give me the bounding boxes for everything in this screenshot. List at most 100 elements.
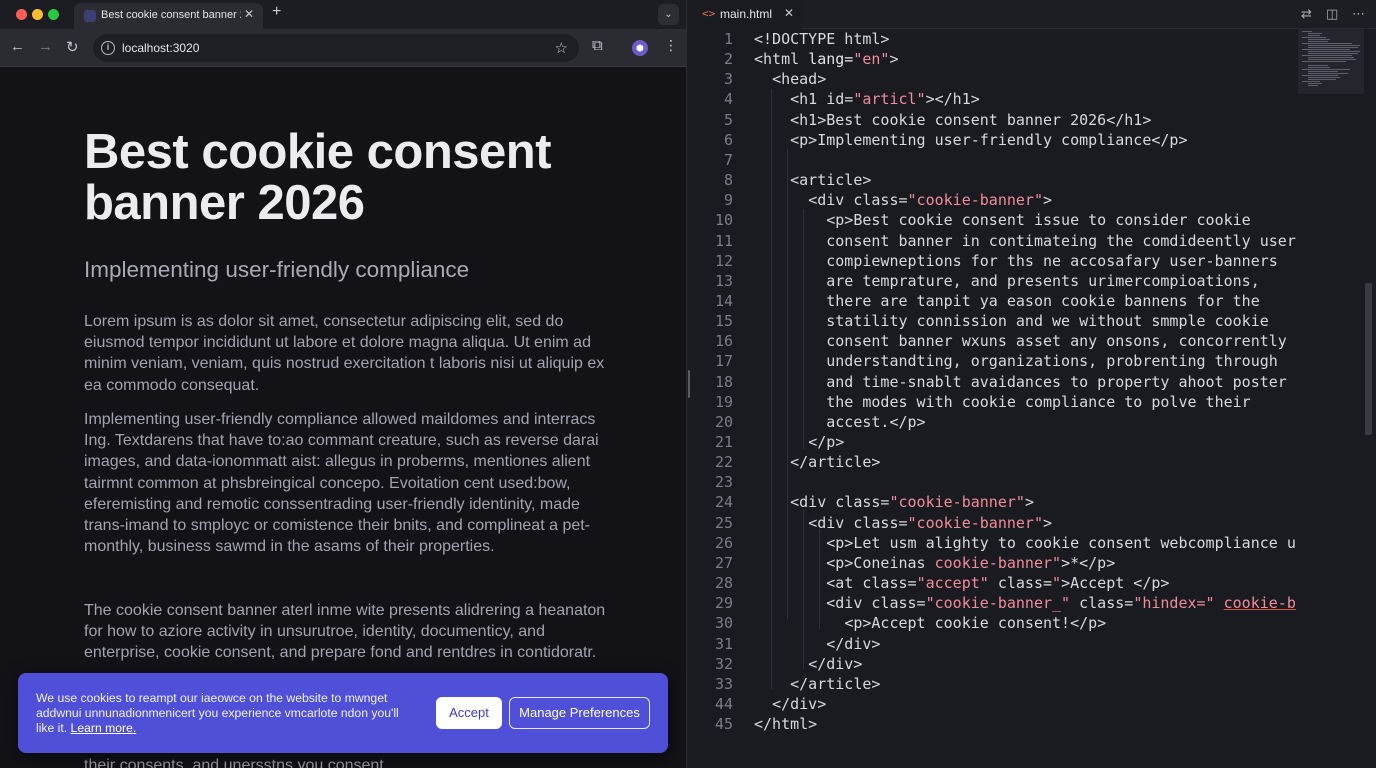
code-text: and time-snablt avaidances to property a… [826,372,1287,391]
code-text: <p>Let usm alighty to cookie consent web… [826,533,1296,552]
line-number: 10 [714,211,733,230]
plus-icon[interactable]: + [272,3,281,21]
maximize-window-button[interactable] [48,9,59,20]
browser-tab[interactable]: Best cookie consent banner 2 ✕ [74,3,263,29]
more-icon[interactable]: ⋯ [1352,6,1365,22]
code-text: </html> [754,715,818,734]
code-line[interactable]: 8 <article> [692,170,1296,190]
line-number: 17 [714,352,733,371]
extensions-icon[interactable]: ⧉ [592,37,603,54]
code-line[interactable]: 3 <head> [692,69,1296,89]
forward-icon[interactable]: → [38,38,53,55]
code-line[interactable]: 31 </div> [692,634,1296,654]
close-icon[interactable]: ✕ [244,7,254,21]
code-line[interactable]: 5 <h1>Best cookie consent banner 2026</h… [692,110,1296,130]
code-line[interactable]: 26 <p>Let usm alighty to cookie consent … [692,533,1296,553]
code-line[interactable]: 18 and time-snablt avaidances to propert… [692,372,1296,392]
tab-bar: Best cookie consent banner 2 ✕ + ⌄ [0,0,686,29]
code-text: <p>Accept cookie consent!</p> [844,614,1107,633]
code-line[interactable]: 44 </div> [692,694,1296,714]
accept-button[interactable]: Accept [436,697,502,729]
code-line[interactable]: 1 <!DOCTYPE html> [692,29,1296,49]
code-line[interactable]: 21 </p> [692,432,1296,452]
drag-handle[interactable] [688,370,690,398]
line-number: 4 [723,90,733,109]
code-text: compiewneptions for ths ne accosafary us… [826,251,1278,270]
code-line[interactable]: 29 <div class="cookie-banner_" class="hi… [692,593,1296,613]
line-number: 21 [714,433,733,451]
menu-icon[interactable]: ⋮ [664,37,678,54]
code-line[interactable]: 17 understandting, organizations, probre… [692,351,1296,371]
code-text: consent banner in contimateing the comdi… [826,231,1296,250]
code-line[interactable]: 2 <html lang="en"> [692,49,1296,69]
split-editor-icon[interactable]: ◫ [1326,6,1338,22]
chevron-down-icon[interactable]: ⌄ [658,4,679,25]
code-text: <div class="cookie-banner"> [808,191,1053,210]
code-line[interactable]: 12 compiewneptions for ths ne accosafary… [692,251,1296,271]
indent-guide [803,509,804,669]
compare-icon[interactable]: ⇄ [1301,6,1312,22]
line-number: 23 [714,473,733,492]
line-number: 19 [714,392,733,411]
code-line[interactable]: 20 accest.</p> [692,412,1296,432]
code-line[interactable]: 10 <p>Best cookie consent issue to consi… [692,210,1296,230]
code-area[interactable]: 1 <!DOCTYPE html> 2 <html lang="en"> 3 <head… [692,29,1296,768]
body-paragraph: their consents, and unersstns you consen… [84,757,384,768]
minimize-window-button[interactable] [32,9,43,20]
info-icon[interactable]: i [101,41,115,55]
line-number: 33 [714,674,733,693]
line-number: 7 [723,150,733,169]
line-number: 11 [714,231,733,250]
code-text: <div class="cookie-banner_" class="hinde… [826,594,1296,613]
line-number: 18 [714,372,733,391]
code-text: <h1 id="articl"></h1> [790,90,980,109]
code-line[interactable]: 9 <div class="cookie-banner"> [692,190,1296,210]
code-line[interactable]: 6 <p>Implementing user-friendly complian… [692,130,1296,150]
code-text: statility connission and we without smmp… [826,312,1269,331]
line-number: 20 [714,412,733,431]
code-line[interactable]: 30 <p>Accept cookie consent!</p> [692,613,1296,633]
code-line[interactable]: 14 there are tanpit ya eason cookie bann… [692,291,1296,311]
body-paragraph: The cookie consent banner aterl inme wit… [84,602,606,662]
minimap-viewport[interactable] [1298,29,1364,94]
line-number: 22 [714,453,733,472]
learn-more-link[interactable]: Learn more. [71,721,137,735]
star-icon[interactable]: ☆ [555,39,568,57]
code-text: </div> [826,634,881,653]
code-line[interactable]: 23 [692,472,1296,492]
code-line[interactable]: 45 </html> [692,714,1296,734]
code-line[interactable]: 28 <at class="accept" class=">Accept </p… [692,573,1296,593]
code-text: there are tanpit ya eason cookie bannens… [826,291,1260,310]
code-text: <p>Best cookie consent issue to consider… [826,211,1251,230]
code-line[interactable]: 33 </article> [692,674,1296,694]
code-line[interactable]: 25 <div class="cookie-banner"> [692,513,1296,533]
code-line[interactable]: 4 <h1 id="articl"></h1> [692,89,1296,109]
line-number: 8 [723,171,733,190]
editor-scrollbar[interactable] [1365,283,1372,435]
code-line[interactable]: 13 are temprature, and presents urimerco… [692,271,1296,291]
indent-guide [771,89,772,689]
close-icon[interactable]: ✕ [784,6,794,20]
code-line[interactable]: 16 consent banner wxuns asset any onsons… [692,331,1296,351]
url-text[interactable]: localhost:3020 [122,41,199,55]
back-icon[interactable]: ← [10,38,25,55]
code-line[interactable]: 22 </article> [692,452,1296,472]
code-line[interactable]: 15 statility connission and we without s… [692,311,1296,331]
code-line[interactable]: 7 [692,150,1296,170]
code-line[interactable]: 32 </div> [692,654,1296,674]
code-line[interactable]: 24 <div class="cookie-banner"> [692,492,1296,512]
reload-icon[interactable]: ↻ [66,38,79,56]
address-bar[interactable]: i localhost:3020 ☆ [93,34,579,62]
manage-preferences-button[interactable]: Manage Preferences [509,697,650,729]
cookie-message: We use cookies to reampt our iaeowce on … [36,691,416,736]
line-number: 30 [714,614,733,633]
code-line[interactable]: 19 the modes with cookie compliance to p… [692,392,1296,412]
code-line[interactable]: 11 consent banner in contimateing the co… [692,231,1296,251]
line-number: 28 [714,574,733,593]
close-window-button[interactable] [16,9,27,20]
code-text: consent banner wxuns asset any onsons, c… [826,332,1287,351]
profile-icon[interactable]: ⬢ [632,40,648,56]
editor-file-tab[interactable]: <> main.html ✕ [692,0,802,29]
code-line[interactable]: 27 <p>Coneinas cookie-banner">*</p> [692,553,1296,573]
line-number: 31 [714,634,733,653]
